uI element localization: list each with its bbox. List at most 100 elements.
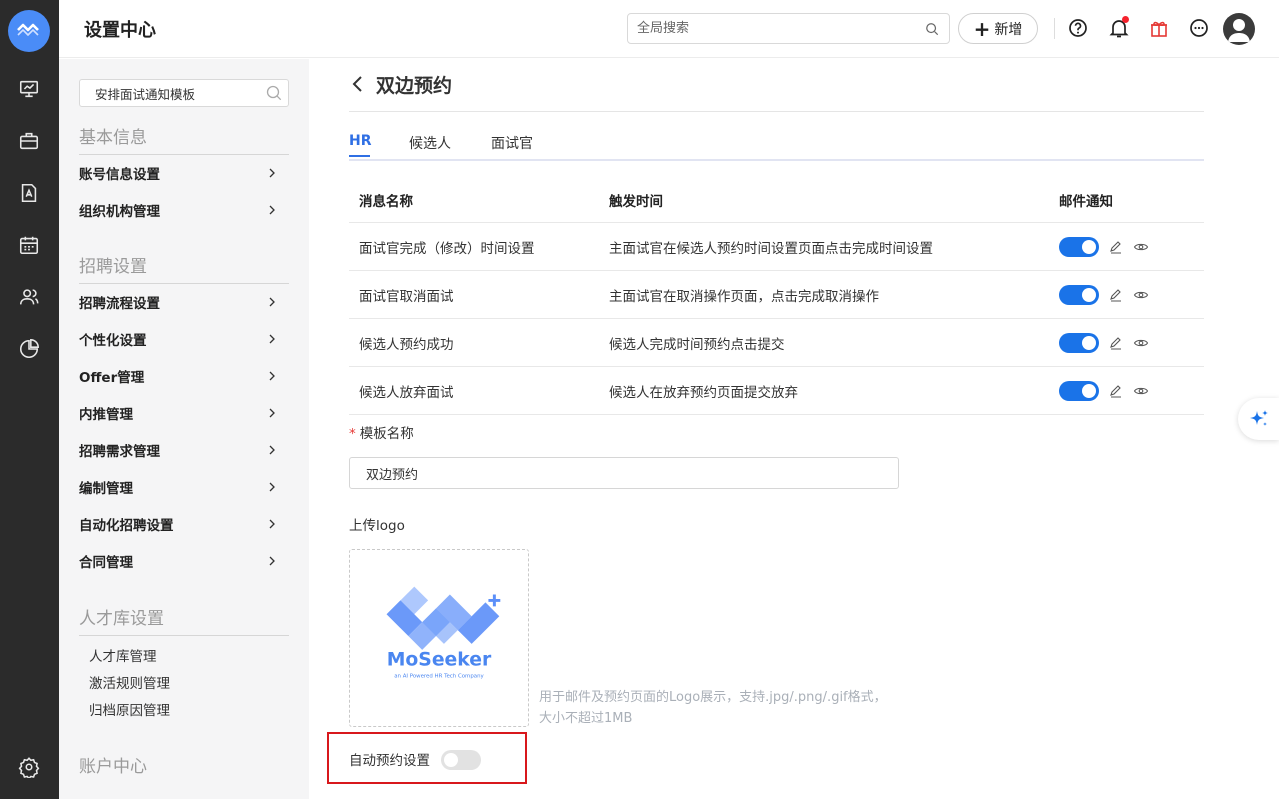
- logo-brand-text: MoSeeker: [387, 650, 492, 671]
- sidebar-search[interactable]: [79, 79, 289, 107]
- search-icon[interactable]: [925, 22, 939, 36]
- column-header: 消息名称: [359, 193, 413, 210]
- email-actions: [1059, 367, 1149, 414]
- trigger-time: 主面试官在取消操作页面，点击完成取消操作: [609, 288, 879, 305]
- sidebar-item-contract-management[interactable]: 合同管理: [79, 549, 289, 573]
- section-basic-info: 基本信息: [79, 128, 147, 148]
- template-name-input[interactable]: [350, 458, 898, 488]
- sidebar-item-account-settings[interactable]: 账号信息设置: [79, 161, 289, 185]
- email-toggle[interactable]: [1059, 284, 1099, 305]
- add-new-label: 新增: [994, 21, 1023, 38]
- email-toggle[interactable]: [1059, 236, 1099, 257]
- auto-booking-toggle[interactable]: [441, 750, 481, 770]
- chevron-right-icon: [269, 205, 275, 215]
- sidebar-item-org-management[interactable]: 组织机构管理: [79, 198, 289, 222]
- table-row: 候选人预约成功 候选人完成时间预约点击提交: [349, 319, 1204, 367]
- sidebar-item-offer-management[interactable]: Offer管理: [79, 364, 289, 388]
- trigger-time: 主面试官在候选人预约时间设置页面点击完成时间设置: [609, 240, 933, 257]
- preview-eye-icon[interactable]: [1133, 383, 1149, 399]
- section-divider: [79, 635, 289, 636]
- section-recruit-settings: 招聘设置: [79, 257, 147, 277]
- dashboard-icon[interactable]: [17, 77, 41, 101]
- column-header: 邮件通知: [1059, 193, 1113, 210]
- table-row: 候选人放弃面试 候选人在放弃预约页面提交放弃: [349, 367, 1204, 415]
- edit-pencil-icon[interactable]: [1108, 287, 1124, 303]
- sidebar-item-requisition-management[interactable]: 招聘需求管理: [79, 438, 289, 462]
- help-icon[interactable]: [1067, 17, 1089, 39]
- preview-eye-icon[interactable]: [1133, 287, 1149, 303]
- top-bar: 设置中心 + 新增: [59, 0, 1279, 58]
- required-mark: *: [349, 426, 356, 442]
- tab-hr[interactable]: HR: [349, 133, 372, 157]
- calendar-icon[interactable]: [17, 233, 41, 257]
- message-name: 面试官完成（修改）时间设置: [359, 240, 535, 257]
- trigger-time: 候选人在放弃预约页面提交放弃: [609, 384, 798, 401]
- more-options-icon[interactable]: [1188, 17, 1210, 39]
- edit-pencil-icon[interactable]: [1108, 383, 1124, 399]
- template-name-label: * 模板名称: [349, 426, 414, 442]
- sidebar-item-recruit-process[interactable]: 招聘流程设置: [79, 290, 289, 314]
- app-logo[interactable]: [8, 10, 50, 52]
- global-search-input[interactable]: [628, 14, 908, 43]
- email-toggle[interactable]: [1059, 380, 1099, 401]
- app-root: 设置中心 + 新增: [0, 0, 1279, 799]
- chevron-right-icon: [269, 519, 275, 529]
- moseeker-logo-image: MoSeeker an AI Powered HR Tech Company: [386, 586, 501, 680]
- section-divider: [79, 154, 289, 155]
- chevron-right-icon: [269, 371, 275, 381]
- sidebar-item-referral-management[interactable]: 内推管理: [79, 401, 289, 425]
- settings-sidebar: 基本信息 账号信息设置 组织机构管理 招聘设置 招聘流程设置 个性化设置 Off…: [59, 59, 309, 799]
- auto-booking-label: 自动预约设置: [349, 753, 430, 769]
- preview-eye-icon[interactable]: [1133, 335, 1149, 351]
- email-toggle[interactable]: [1059, 332, 1099, 353]
- gift-icon[interactable]: [1148, 17, 1170, 39]
- chevron-right-icon: [269, 556, 275, 566]
- user-avatar-icon: [1228, 19, 1250, 42]
- sidebar-search-input[interactable]: [80, 80, 260, 106]
- people-icon[interactable]: [17, 285, 41, 309]
- template-name-field[interactable]: [349, 457, 899, 489]
- tab-interviewer[interactable]: 面试官: [491, 133, 533, 153]
- sidebar-subitem-archive-reasons[interactable]: 归档原因管理: [89, 699, 170, 719]
- add-new-button[interactable]: + 新增: [958, 13, 1038, 44]
- pie-chart-icon[interactable]: [17, 337, 41, 361]
- chevron-right-icon: [269, 445, 275, 455]
- tab-bar: HR 候选人 面试官: [349, 131, 1204, 161]
- email-actions: [1059, 223, 1149, 270]
- sidebar-subitem-activation-rules[interactable]: 激活规则管理: [89, 672, 170, 692]
- settings-gear-icon[interactable]: [17, 755, 41, 779]
- search-icon[interactable]: [266, 85, 282, 101]
- table-row: 面试官完成（修改）时间设置 主面试官在候选人预约时间设置页面点击完成时间设置: [349, 223, 1204, 271]
- logo-tagline-text: an AI Powered HR Tech Company: [394, 674, 484, 680]
- sidebar-subitem-talent-pool[interactable]: 人才库管理: [89, 645, 157, 665]
- back-chevron-icon[interactable]: [350, 73, 366, 95]
- sidebar-item-automation-settings[interactable]: 自动化招聘设置: [79, 512, 289, 536]
- email-actions: [1059, 271, 1149, 318]
- table-header: 消息名称 触发时间 邮件通知: [349, 177, 1204, 223]
- section-talent-pool: 人才库设置: [79, 609, 164, 629]
- table-row: 面试官取消面试 主面试官在取消操作页面，点击完成取消操作: [349, 271, 1204, 319]
- briefcase-icon[interactable]: [17, 129, 41, 153]
- user-avatar[interactable]: [1223, 13, 1255, 45]
- active-tab-indicator: [349, 155, 370, 157]
- main-content: 双边预约 HR 候选人 面试官 消息名称 触发时间 邮件通知 面试官完成（修改）…: [310, 59, 1279, 799]
- ai-assistant-button[interactable]: [1238, 398, 1279, 440]
- notification-badge: [1122, 16, 1129, 23]
- edit-pencil-icon[interactable]: [1108, 239, 1124, 255]
- sidebar-item-headcount-management[interactable]: 编制管理: [79, 475, 289, 499]
- column-header: 触发时间: [609, 193, 663, 210]
- message-name: 面试官取消面试: [359, 288, 454, 305]
- chevron-right-icon: [269, 168, 275, 178]
- global-search[interactable]: [627, 13, 950, 44]
- moseeker-logo-icon: [17, 23, 39, 36]
- upload-logo-label: 上传logo: [349, 518, 405, 534]
- tab-candidate[interactable]: 候选人: [409, 133, 451, 153]
- left-nav-rail: [0, 0, 59, 799]
- logo-upload-area[interactable]: MoSeeker an AI Powered HR Tech Company: [349, 549, 529, 727]
- chevron-right-icon: [269, 297, 275, 307]
- resume-icon[interactable]: [17, 181, 41, 205]
- preview-eye-icon[interactable]: [1133, 239, 1149, 255]
- edit-pencil-icon[interactable]: [1108, 335, 1124, 351]
- plus-icon: +: [973, 16, 991, 41]
- sidebar-item-personalization[interactable]: 个性化设置: [79, 327, 289, 351]
